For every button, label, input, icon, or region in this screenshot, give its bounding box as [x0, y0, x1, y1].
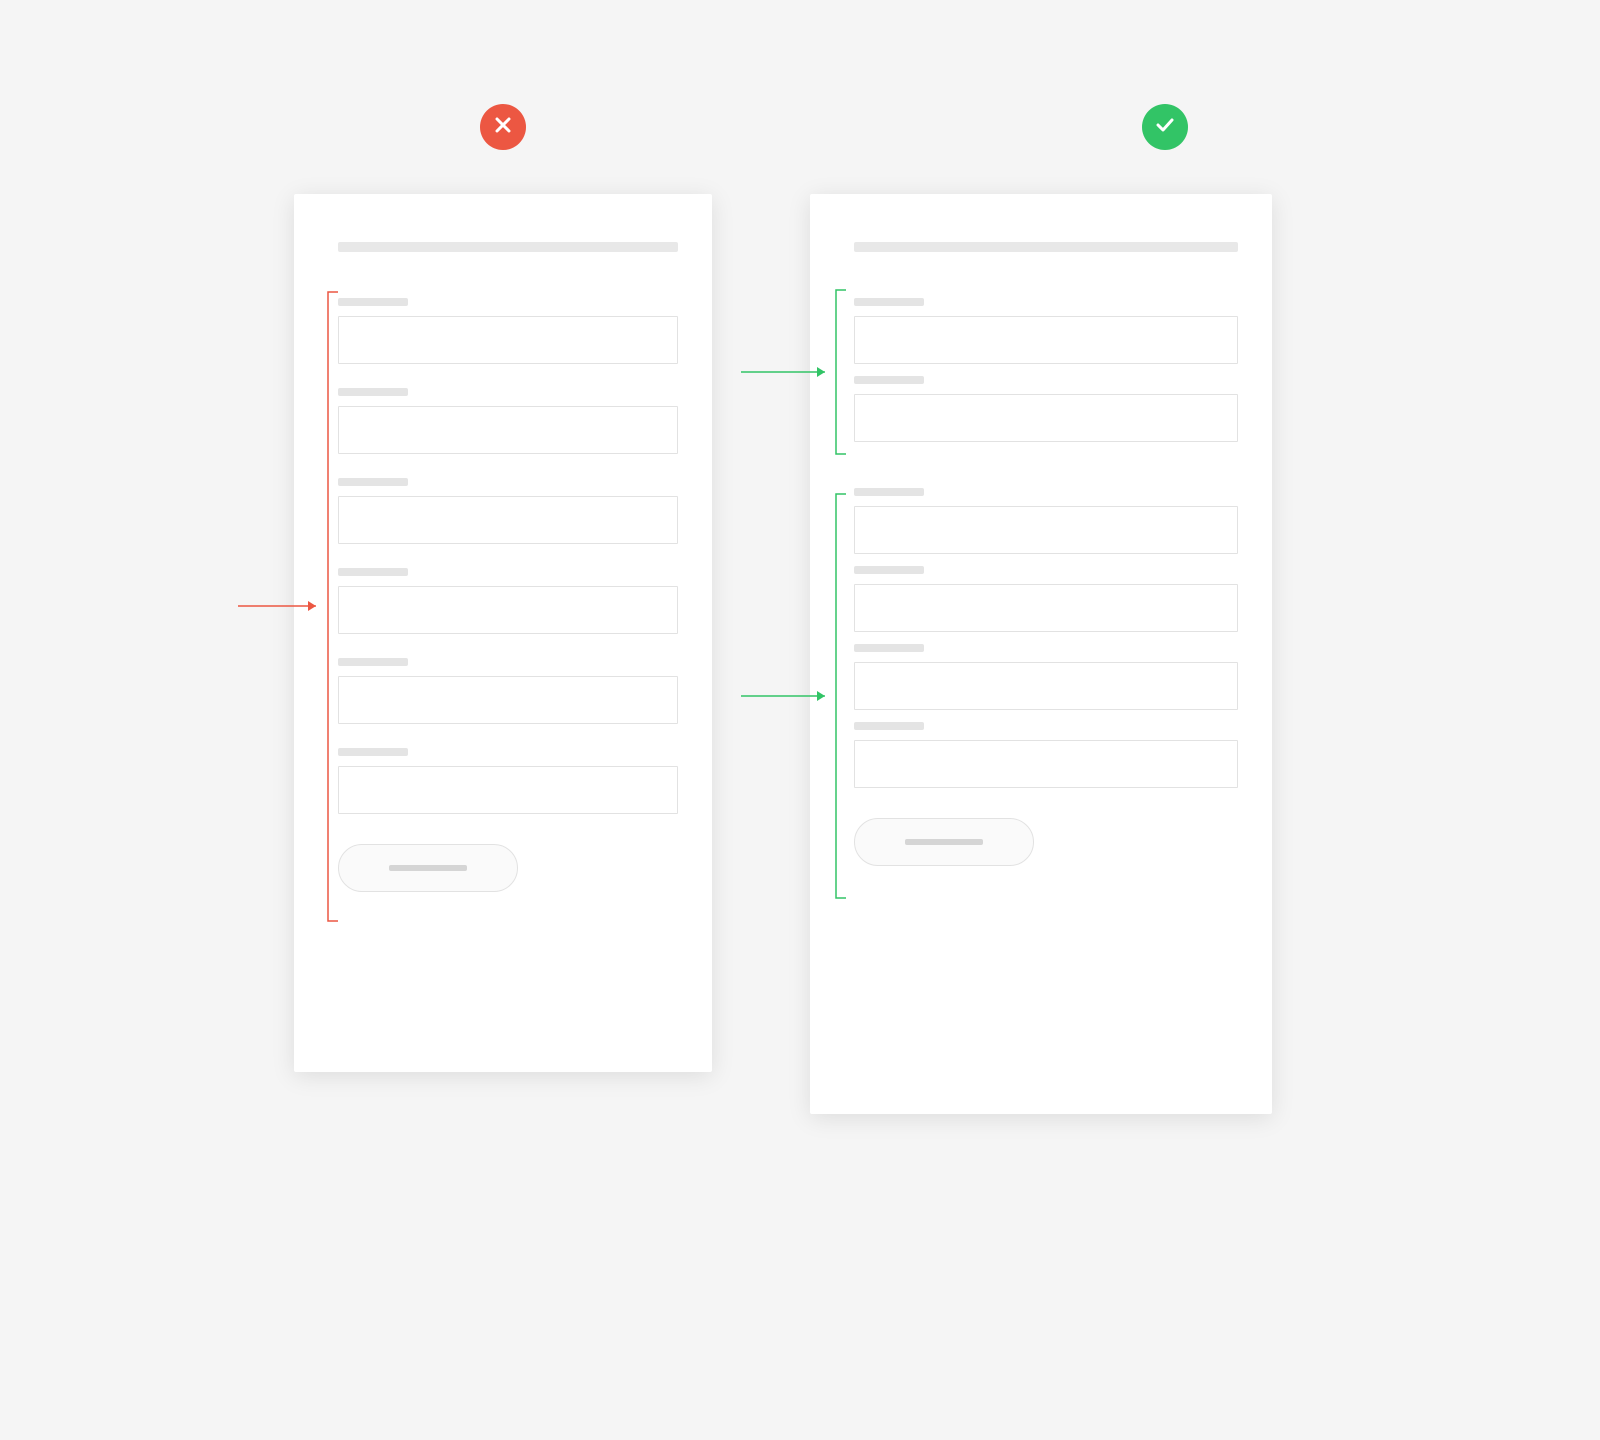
field-label-placeholder	[854, 488, 924, 496]
text-input-placeholder	[854, 584, 1238, 632]
correct-example-card	[810, 194, 1272, 1114]
field-label-placeholder	[854, 644, 924, 652]
form-field	[854, 376, 1238, 442]
field-label-placeholder	[338, 388, 408, 396]
submit-button-placeholder	[338, 844, 518, 892]
text-input-placeholder	[338, 496, 678, 544]
form-field	[854, 722, 1238, 788]
title-placeholder	[338, 242, 678, 252]
form-field	[338, 568, 678, 634]
field-label-placeholder	[338, 568, 408, 576]
form-field	[338, 658, 678, 724]
check-icon	[1154, 114, 1176, 140]
title-placeholder	[854, 242, 1238, 252]
text-input-placeholder	[338, 766, 678, 814]
text-input-placeholder	[854, 316, 1238, 364]
text-input-placeholder	[854, 506, 1238, 554]
correct-badge	[1142, 104, 1188, 150]
incorrect-badge	[480, 104, 526, 150]
form-field	[338, 388, 678, 454]
form-field	[338, 298, 678, 364]
form-field	[854, 566, 1238, 632]
field-label-placeholder	[854, 566, 924, 574]
form-field	[854, 644, 1238, 710]
form-field	[854, 488, 1238, 554]
text-input-placeholder	[338, 316, 678, 364]
text-input-placeholder	[338, 406, 678, 454]
form-field	[854, 298, 1238, 364]
field-label-placeholder	[338, 658, 408, 666]
form-field	[338, 478, 678, 544]
text-input-placeholder	[338, 586, 678, 634]
field-label-placeholder	[854, 722, 924, 730]
field-label-placeholder	[338, 748, 408, 756]
field-label-placeholder	[338, 478, 408, 486]
submit-button-placeholder	[854, 818, 1034, 866]
x-icon	[493, 115, 513, 139]
text-input-placeholder	[338, 676, 678, 724]
text-input-placeholder	[854, 662, 1238, 710]
button-label-placeholder	[389, 865, 467, 871]
field-label-placeholder	[854, 298, 924, 306]
field-label-placeholder	[854, 376, 924, 384]
form-field	[338, 748, 678, 814]
button-label-placeholder	[905, 839, 983, 845]
text-input-placeholder	[854, 740, 1238, 788]
field-label-placeholder	[338, 298, 408, 306]
text-input-placeholder	[854, 394, 1238, 442]
incorrect-example-card	[294, 194, 712, 1072]
comparison-diagram	[210, 30, 1390, 1130]
